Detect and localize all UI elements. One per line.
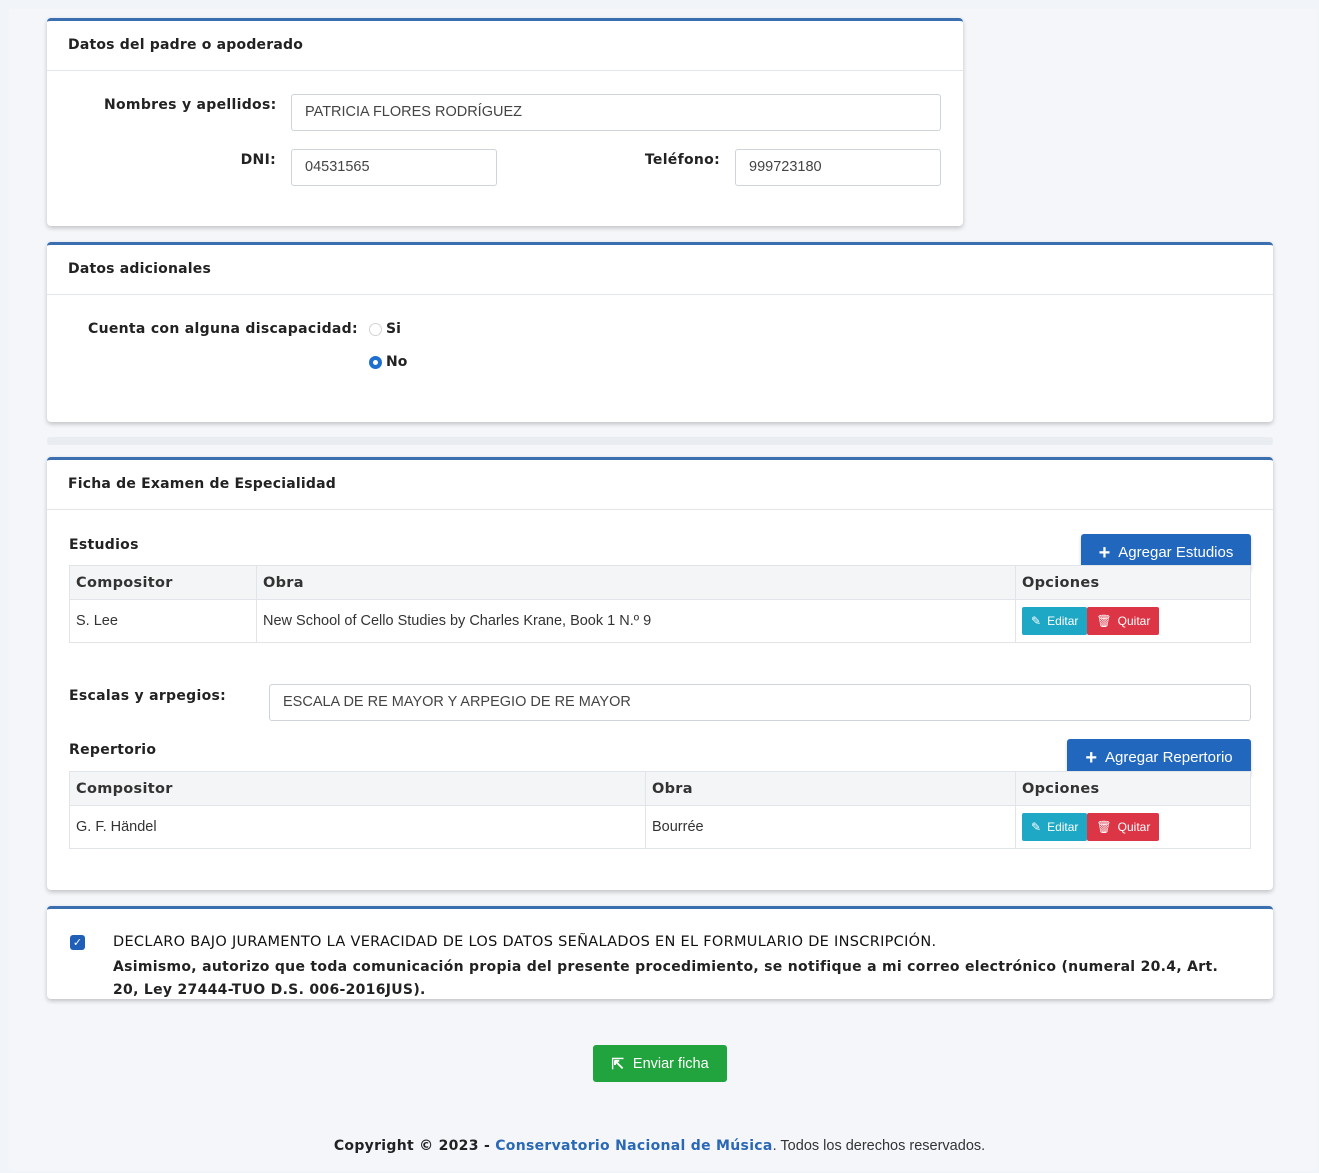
check-icon: ✓ — [72, 936, 83, 949]
footer: Copyright © 2023 - Conservatorio Naciona… — [0, 1138, 1319, 1154]
plus-icon: + — [1098, 541, 1111, 564]
footer-suffix: . Todos los derechos reservados. — [772, 1138, 986, 1154]
edit-study-button[interactable]: ✎ Editar — [1022, 607, 1088, 635]
exam-card-header: Ficha de Examen de Especialidad — [47, 460, 1273, 510]
footer-link[interactable]: Conservatorio Nacional de Música — [495, 1138, 772, 1154]
remove-study-label: Quitar — [1117, 614, 1151, 628]
edit-icon: ✎ — [1031, 614, 1042, 628]
table-row: G. F. Händel Bourrée ✎ Editar 🗑 Quitar — [69, 805, 1251, 849]
guardian-card-header: Datos del padre o apoderado — [47, 21, 963, 71]
column-header-options: Opciones — [1015, 771, 1251, 806]
studies-options-cell: ✎ Editar 🗑 Quitar — [1015, 599, 1251, 643]
guardian-name-input[interactable]: PATRICIA FLORES RODRÍGUEZ — [291, 94, 941, 131]
trash-icon: 🗑 — [1096, 614, 1112, 628]
studies-table: Compositor Obra Opciones S. Lee New Scho… — [69, 565, 1251, 643]
trash-icon: 🗑 — [1096, 820, 1112, 834]
radio-si-label: Si — [386, 321, 401, 337]
radio-no-label: No — [386, 354, 408, 370]
disability-label: Cuenta con alguna discapacidad: — [88, 321, 358, 337]
guardian-phone-input[interactable]: 999723180 — [735, 149, 941, 186]
column-header-composer: Compositor — [69, 565, 257, 600]
column-header-work: Obra — [645, 771, 1016, 806]
edit-icon: ✎ — [1031, 820, 1042, 834]
scales-label: Escalas y arpegios: — [69, 688, 227, 704]
guardian-name-label: Nombres y apellidos: — [104, 97, 277, 113]
studies-title: Estudios — [69, 537, 139, 553]
guardian-dni-input[interactable]: 04531565 — [291, 149, 497, 186]
studies-work-cell: New School of Cello Studies by Charles K… — [256, 599, 1016, 643]
column-header-options: Opciones — [1015, 565, 1251, 600]
plus-icon: + — [1085, 746, 1098, 769]
external-link-icon: ⇱ — [611, 1055, 624, 1073]
disability-option-no[interactable]: No — [369, 354, 407, 370]
column-header-work: Obra — [256, 565, 1016, 600]
guardian-phone-label: Teléfono: — [644, 152, 720, 168]
declaration-title: DECLARO BAJO JURAMENTO LA VERACIDAD DE L… — [113, 934, 937, 950]
submit-button[interactable]: ⇱ Enviar ficha — [593, 1045, 727, 1082]
remove-repertoire-button[interactable]: 🗑 Quitar — [1087, 813, 1160, 841]
additional-card-header: Datos adicionales — [47, 245, 1273, 295]
edit-repertoire-label: Editar — [1047, 820, 1079, 834]
studies-table-header: Compositor Obra Opciones — [69, 565, 1251, 600]
edit-study-label: Editar — [1047, 614, 1079, 628]
remove-study-button[interactable]: 🗑 Quitar — [1087, 607, 1160, 635]
radio-no[interactable] — [369, 355, 382, 369]
edit-repertoire-button[interactable]: ✎ Editar — [1022, 813, 1088, 841]
radio-si[interactable] — [369, 322, 382, 336]
footer-prefix: Copyright © 2023 - — [333, 1138, 496, 1154]
scales-input[interactable]: ESCALA DE RE MAYOR Y ARPEGIO DE RE MAYOR — [269, 684, 1251, 721]
declaration-body: Asimismo, autorizo que toda comunicación… — [113, 959, 1219, 998]
declaration-checkbox[interactable]: ✓ — [70, 935, 85, 950]
remove-repertoire-label: Quitar — [1117, 820, 1151, 834]
submit-label: Enviar ficha — [632, 1055, 709, 1072]
add-repertoire-label: Agregar Repertorio — [1105, 749, 1233, 766]
guardian-dni-label: DNI: — [240, 152, 276, 168]
repertoire-table: Compositor Obra Opciones G. F. Händel Bo… — [69, 771, 1251, 849]
section-divider — [47, 437, 1273, 445]
repertoire-title: Repertorio — [69, 742, 157, 758]
repertoire-options-cell: ✎ Editar 🗑 Quitar — [1015, 805, 1251, 849]
disability-option-si[interactable]: Si — [369, 321, 401, 337]
column-header-composer: Compositor — [69, 771, 646, 806]
studies-composer-cell: S. Lee — [69, 599, 257, 643]
repertoire-composer-cell: G. F. Händel — [69, 805, 646, 849]
table-row: S. Lee New School of Cello Studies by Ch… — [69, 599, 1251, 643]
repertoire-table-header: Compositor Obra Opciones — [69, 771, 1251, 806]
add-studies-label: Agregar Estudios — [1118, 544, 1234, 561]
repertoire-work-cell: Bourrée — [645, 805, 1016, 849]
